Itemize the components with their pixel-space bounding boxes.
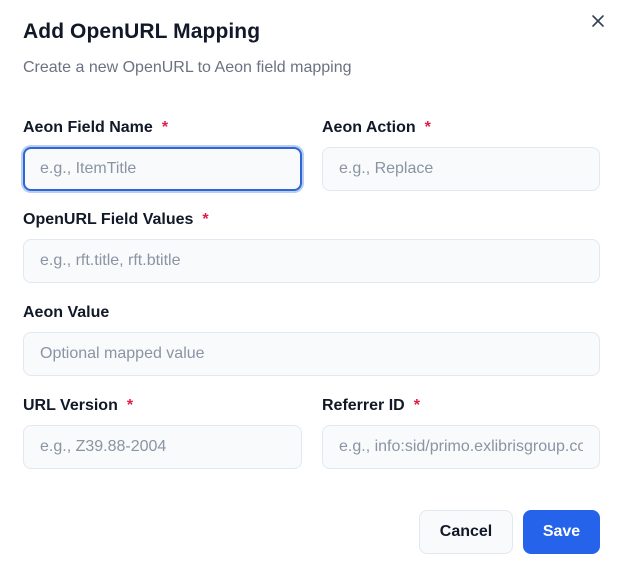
- required-mark: *: [424, 119, 431, 136]
- aeon-field-name-input[interactable]: [23, 147, 302, 191]
- url-version-input[interactable]: [23, 425, 302, 469]
- cancel-button[interactable]: Cancel: [419, 510, 513, 554]
- close-icon: [592, 15, 604, 27]
- aeon-field-name-label-text: Aeon Field Name: [23, 119, 153, 136]
- add-openurl-mapping-dialog: Add OpenURL Mapping Create a new OpenURL…: [0, 0, 621, 575]
- dialog-title: Add OpenURL Mapping: [23, 20, 261, 43]
- aeon-value-input[interactable]: [23, 332, 600, 376]
- url-version-label-text: URL Version: [23, 397, 118, 414]
- required-mark: *: [161, 119, 169, 136]
- aeon-value-label-text: Aeon Value: [23, 304, 110, 321]
- openurl-field-values-label: OpenURL Field Values *: [23, 211, 209, 229]
- aeon-value-label: Aeon Value: [23, 304, 109, 322]
- dialog-subtitle: Create a new OpenURL to Aeon field mappi…: [23, 59, 352, 76]
- required-mark: *: [413, 397, 420, 414]
- referrer-id-label: Referrer ID *: [322, 397, 420, 415]
- openurl-field-values-input[interactable]: [23, 239, 600, 283]
- required-mark: *: [202, 211, 209, 228]
- openurl-field-values-label-text: OpenURL Field Values: [23, 211, 194, 228]
- aeon-field-name-label: Aeon Field Name *: [23, 119, 168, 137]
- required-mark: *: [126, 397, 134, 414]
- url-version-label: URL Version *: [23, 397, 133, 415]
- referrer-id-input[interactable]: [322, 425, 600, 469]
- aeon-action-input[interactable]: [322, 147, 600, 191]
- save-button[interactable]: Save: [523, 510, 600, 554]
- referrer-id-label-text: Referrer ID: [322, 397, 405, 414]
- aeon-action-label: Aeon Action *: [322, 119, 431, 137]
- aeon-action-label-text: Aeon Action: [322, 119, 416, 136]
- close-button[interactable]: [587, 10, 609, 32]
